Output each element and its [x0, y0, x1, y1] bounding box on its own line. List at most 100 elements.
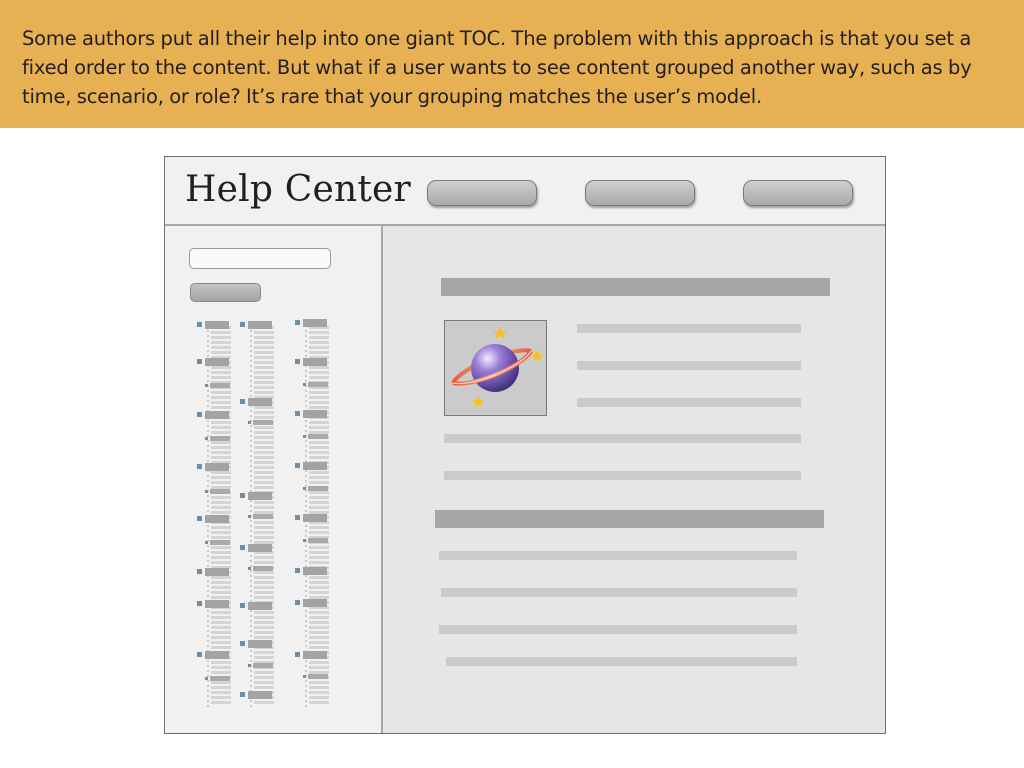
toc-guide [305, 475, 307, 477]
toc-leaf [211, 376, 231, 379]
toc-guide [305, 620, 307, 622]
toc-guide [207, 645, 209, 647]
toc-guide [250, 580, 252, 582]
toc-leaf [211, 626, 231, 629]
toc-guide [207, 620, 209, 622]
toc-leaf [254, 411, 274, 414]
toc-guide [305, 615, 307, 617]
toc-leaf [211, 681, 231, 684]
toc-guide [207, 345, 209, 347]
toc-leaf [309, 581, 329, 584]
toc-leaf [211, 371, 231, 374]
toc-subnode [253, 663, 273, 668]
text-line [439, 625, 797, 634]
toc-guide [207, 330, 209, 332]
toc-guide [250, 485, 252, 487]
toc-leaf [309, 586, 329, 589]
toc-leaf [309, 696, 329, 699]
toc-leaf [309, 471, 329, 474]
toc-subnode [253, 420, 273, 425]
toc-guide [250, 535, 252, 537]
toc-guide [305, 690, 307, 692]
toc-leaf [211, 346, 231, 349]
toc-leaf [254, 596, 274, 599]
toc-leaf [309, 371, 329, 374]
toc-leaf [211, 486, 231, 489]
toc-guide [305, 470, 307, 472]
toc-guide [305, 525, 307, 527]
nav-button-1[interactable] [427, 180, 537, 206]
toc-guide [207, 355, 209, 357]
content-image [444, 320, 547, 416]
toc-guide [305, 490, 307, 492]
toc-node [205, 358, 229, 366]
toc-guide [250, 615, 252, 617]
toc-sub-bullet-icon [205, 437, 208, 440]
toc-subnode [253, 566, 273, 571]
toc-guide [250, 670, 252, 672]
toc-node [248, 398, 272, 406]
toc-guide [305, 550, 307, 552]
toc-guide [305, 370, 307, 372]
toc-leaf [254, 336, 274, 339]
toc-subnode [308, 434, 328, 439]
toc-leaf [211, 526, 231, 529]
toc-leaf [309, 336, 329, 339]
toc-leaf [211, 366, 231, 369]
toc-guide [305, 595, 307, 597]
toc-guide [250, 685, 252, 687]
toc-leaf [254, 536, 274, 539]
toc-guide [305, 445, 307, 447]
toc-leaf [254, 611, 274, 614]
toc-guide [305, 340, 307, 342]
toc-leaf [211, 511, 231, 514]
toc-subnode [210, 540, 230, 545]
toc-guide [250, 540, 252, 542]
toc-leaf [254, 461, 274, 464]
toc-leaf [309, 446, 329, 449]
toc-guide [250, 390, 252, 392]
toc-bullet-icon [197, 322, 202, 327]
toc-guide [207, 340, 209, 342]
toc-bullet-icon [197, 652, 202, 657]
toc-leaf [211, 496, 231, 499]
toc-guide [250, 355, 252, 357]
toc-guide [305, 455, 307, 457]
toc-leaf [254, 466, 274, 469]
nav-button-2[interactable] [585, 180, 695, 206]
toc-leaf [254, 481, 274, 484]
toc-leaf [254, 531, 274, 534]
toc-leaf [211, 456, 231, 459]
toc-leaf [254, 561, 274, 564]
toc-leaf [309, 596, 329, 599]
toc-guide [207, 440, 209, 442]
toc-guide [207, 590, 209, 592]
toc-node [303, 319, 327, 327]
toc-subnode [210, 436, 230, 441]
toc-leaf [211, 661, 231, 664]
toc-guide [250, 585, 252, 587]
toc-bullet-icon [295, 320, 300, 325]
planet-icon [451, 326, 543, 407]
toc-leaf [309, 636, 329, 639]
toc-leaf [309, 481, 329, 484]
toc-guide [250, 445, 252, 447]
toc-subnode [308, 486, 328, 491]
toc-guide [207, 545, 209, 547]
nav-button-3[interactable] [743, 180, 853, 206]
toc-bullet-icon [197, 412, 202, 417]
toc-leaf [309, 451, 329, 454]
toc-guide [207, 530, 209, 532]
toc-guide [207, 525, 209, 527]
toc-guide [207, 555, 209, 557]
toc-guide [305, 640, 307, 642]
toc-guide [305, 575, 307, 577]
toc-leaf [254, 391, 274, 394]
toc-guide [207, 685, 209, 687]
toc-guide [207, 445, 209, 447]
toc-leaf [254, 456, 274, 459]
toc-guide [207, 430, 209, 432]
toc-leaf [309, 631, 329, 634]
toc-node [303, 651, 327, 659]
toc-leaf [309, 366, 329, 369]
